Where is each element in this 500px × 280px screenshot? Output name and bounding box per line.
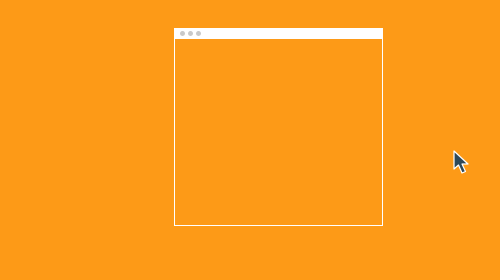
window-titlebar[interactable] — [175, 29, 382, 39]
browser-window[interactable] — [174, 28, 383, 226]
desktop-background — [0, 0, 500, 280]
window-content-area[interactable] — [175, 39, 382, 225]
mouse-pointer-icon — [453, 150, 469, 174]
mouse-pointer-shape — [453, 150, 469, 174]
window-control-dot[interactable] — [180, 31, 185, 36]
window-control-dot[interactable] — [188, 31, 193, 36]
window-control-dot[interactable] — [196, 31, 201, 36]
